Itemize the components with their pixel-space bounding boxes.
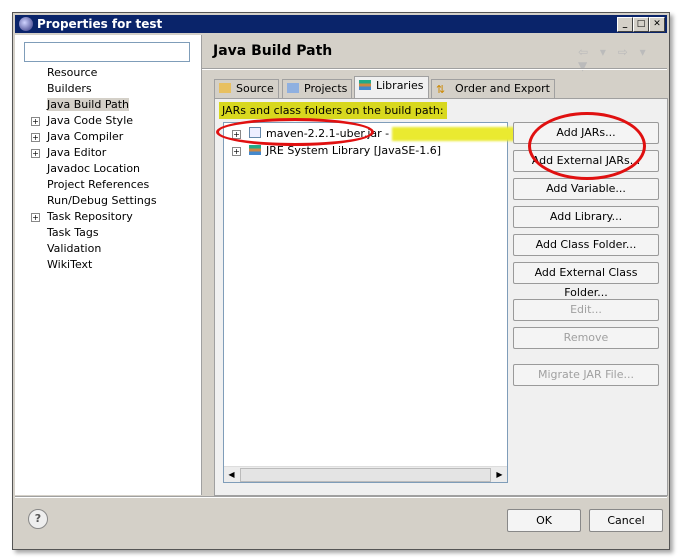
redacted-path bbox=[392, 127, 517, 141]
remove-button[interactable]: Remove bbox=[513, 327, 659, 349]
tree-item-label: WikiText bbox=[47, 258, 93, 271]
minimize-button[interactable]: _ bbox=[617, 17, 633, 32]
expand-icon[interactable]: + bbox=[31, 213, 40, 222]
tree-item-label: Validation bbox=[47, 242, 102, 255]
tree-item[interactable]: Project References bbox=[35, 177, 157, 193]
tree-item[interactable]: Task Tags bbox=[35, 225, 157, 241]
category-panel: Resource Builders Java Build Path + Java Cod… bbox=[15, 35, 202, 495]
migrate-jar-button[interactable]: Migrate JAR File... bbox=[513, 364, 659, 386]
tab-label: Source bbox=[236, 82, 274, 95]
cancel-button[interactable]: Cancel bbox=[589, 509, 663, 532]
tree-item-label: Resource bbox=[47, 66, 98, 79]
source-icon bbox=[219, 83, 231, 93]
add-class-folder-button[interactable]: Add Class Folder... bbox=[513, 234, 659, 256]
divider bbox=[202, 68, 667, 70]
expand-icon[interactable]: + bbox=[31, 117, 40, 126]
tree-item[interactable]: + Task Repository bbox=[31, 209, 157, 225]
page-title: Java Build Path bbox=[213, 43, 333, 59]
tree-item-label: Project References bbox=[47, 178, 150, 191]
tree-item[interactable]: Javadoc Location bbox=[35, 161, 157, 177]
annotation-circle-jar bbox=[216, 118, 374, 146]
horizontal-scrollbar[interactable]: ◀ ▶ bbox=[224, 466, 507, 482]
tree-item-label: Task Repository bbox=[47, 210, 133, 223]
ok-button[interactable]: OK bbox=[507, 509, 581, 532]
tab-libraries[interactable]: Libraries bbox=[354, 76, 429, 98]
order-arrows-icon: ⇅ bbox=[436, 83, 446, 96]
tree-item-label: Java Editor bbox=[47, 146, 107, 159]
help-icon[interactable]: ? bbox=[28, 509, 48, 529]
tree-item[interactable]: Resource bbox=[35, 65, 157, 81]
library-icon bbox=[359, 80, 371, 90]
category-tree: Resource Builders Java Build Path + Java Cod… bbox=[31, 65, 157, 273]
folder-icon bbox=[287, 83, 299, 93]
eclipse-logo-icon bbox=[19, 17, 33, 31]
tree-item[interactable]: Validation bbox=[35, 241, 157, 257]
tree-item-label: Builders bbox=[47, 82, 92, 95]
close-button[interactable]: ✕ bbox=[649, 17, 665, 32]
tree-item-label: Task Tags bbox=[47, 226, 99, 239]
tree-item[interactable]: WikiText bbox=[35, 257, 157, 273]
title-bar: Properties for test _ □ ✕ bbox=[15, 15, 667, 33]
tab-order-export[interactable]: ⇅ Order and Export bbox=[431, 79, 555, 98]
tab-label: Libraries bbox=[376, 79, 424, 92]
tree-item-label: Java Code Style bbox=[47, 114, 134, 127]
maximize-button[interactable]: □ bbox=[633, 17, 649, 32]
properties-dialog: Properties for test _ □ ✕ Resource Builde… bbox=[12, 12, 670, 550]
library-list[interactable]: + maven-2.2.1-uber.jar - + JRE System Libr… bbox=[223, 122, 517, 483]
annotation-circle-buttons bbox=[528, 112, 646, 180]
add-library-button[interactable]: Add Library... bbox=[513, 206, 659, 228]
add-external-class-folder-button[interactable]: Add External Class Folder... bbox=[513, 262, 659, 299]
filter-input[interactable] bbox=[24, 42, 190, 62]
expand-icon[interactable]: + bbox=[232, 147, 241, 156]
tree-item[interactable]: Run/Debug Settings bbox=[35, 193, 157, 209]
scroll-left-icon[interactable]: ◀ bbox=[224, 467, 239, 482]
tree-item-label: Java Build Path bbox=[47, 98, 130, 111]
tree-item-label: Run/Debug Settings bbox=[47, 194, 157, 207]
tab-label: Order and Export bbox=[455, 82, 550, 95]
tab-source[interactable]: Source bbox=[214, 79, 279, 98]
tree-item[interactable]: Builders bbox=[35, 81, 157, 97]
tab-projects[interactable]: Projects bbox=[282, 79, 353, 98]
tree-item[interactable]: + Java Code Style bbox=[31, 113, 157, 129]
tree-item-label: Javadoc Location bbox=[47, 162, 141, 175]
expand-icon[interactable]: + bbox=[31, 149, 40, 158]
divider bbox=[15, 496, 667, 498]
expand-icon[interactable]: + bbox=[31, 133, 40, 142]
tree-item-label: Java Compiler bbox=[47, 130, 124, 143]
add-variable-button[interactable]: Add Variable... bbox=[513, 178, 659, 200]
library-icon bbox=[249, 145, 261, 155]
tab-label: Projects bbox=[304, 82, 348, 95]
scroll-right-icon[interactable]: ▶ bbox=[492, 467, 507, 482]
tree-item[interactable]: + Java Editor bbox=[31, 145, 157, 161]
edit-button[interactable]: Edit... bbox=[513, 299, 659, 321]
window-title: Properties for test bbox=[37, 17, 163, 31]
scroll-thumb[interactable] bbox=[240, 468, 491, 482]
list-item[interactable]: + JRE System Library [JavaSE-1.6] bbox=[232, 143, 441, 159]
tree-item[interactable]: Java Build Path bbox=[35, 97, 157, 113]
libraries-heading: JARs and class folders on the build path… bbox=[219, 102, 447, 119]
tree-item[interactable]: + Java Compiler bbox=[31, 129, 157, 145]
